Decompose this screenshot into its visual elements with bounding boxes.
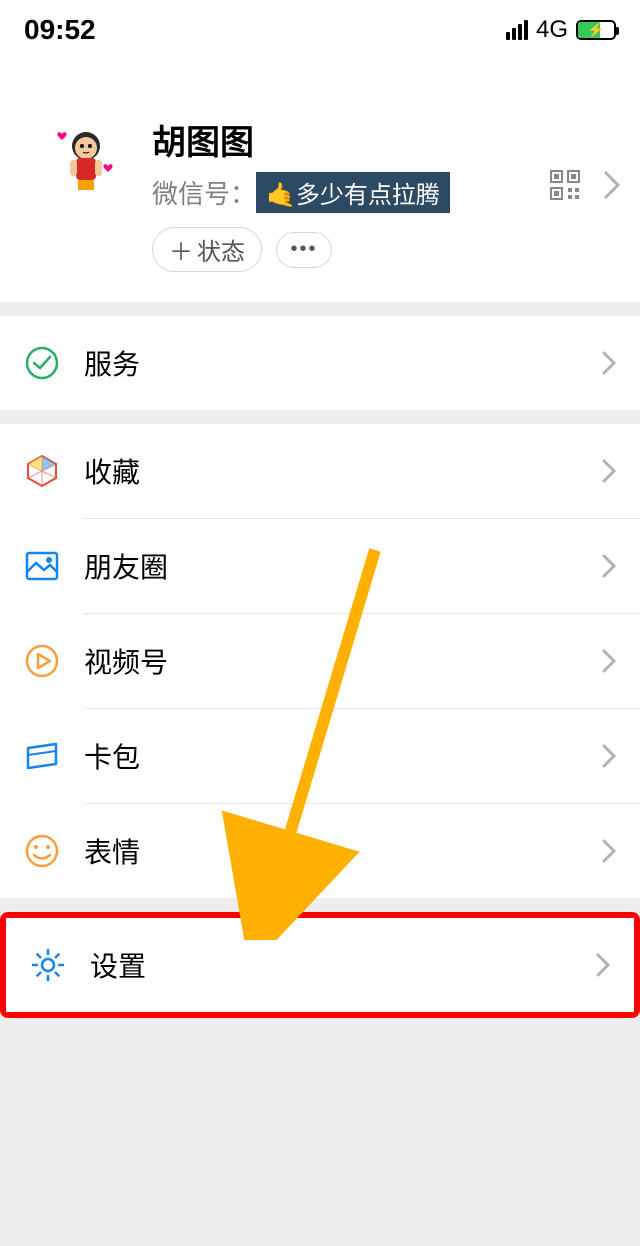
menu-label-services: 服务 xyxy=(84,343,602,383)
menu-item-moments[interactable]: 朋友圈 xyxy=(0,519,640,613)
stickers-icon xyxy=(24,833,60,869)
section-features: 收藏 朋友圈 视频号 xyxy=(0,424,640,898)
chevron-right-icon xyxy=(602,554,616,578)
menu-label-favorites: 收藏 xyxy=(84,451,602,491)
menu-item-cards[interactable]: 卡包 xyxy=(0,709,640,803)
menu-label-cards: 卡包 xyxy=(84,736,602,776)
plus-icon: ＋ xyxy=(169,232,193,267)
chevron-right-icon xyxy=(602,649,616,673)
cards-icon xyxy=(24,738,60,774)
status-label: 状态 xyxy=(197,232,245,267)
qr-code-icon[interactable] xyxy=(550,170,580,200)
channels-icon xyxy=(24,643,60,679)
menu-item-favorites[interactable]: 收藏 xyxy=(0,424,640,518)
profile-header[interactable]: 胡图图 微信号： 🤙多少有点拉腾 ＋ 状态 ••• xyxy=(0,60,640,302)
menu-item-channels[interactable]: 视频号 xyxy=(0,614,640,708)
menu-item-settings[interactable]: 设置 xyxy=(6,918,634,1012)
services-icon xyxy=(24,345,60,381)
section-settings: 设置 xyxy=(0,912,640,1018)
status-time: 09:52 xyxy=(24,14,96,46)
id-prefix: 微信号： xyxy=(152,174,256,211)
battery-icon: ⚡ xyxy=(576,20,616,40)
menu-label-settings: 设置 xyxy=(90,945,596,985)
status-row: ＋ 状态 ••• xyxy=(152,227,620,272)
add-status-button[interactable]: ＋ 状态 xyxy=(152,227,262,272)
id-tag: 🤙多少有点拉腾 xyxy=(256,172,450,213)
menu-label-moments: 朋友圈 xyxy=(84,546,602,586)
menu-label-channels: 视频号 xyxy=(84,641,602,681)
network-label: 4G xyxy=(536,16,568,44)
profile-name: 胡图图 xyxy=(152,115,620,164)
chevron-right-icon xyxy=(604,171,620,199)
favorites-icon xyxy=(24,453,60,489)
chevron-right-icon xyxy=(602,744,616,768)
menu-item-stickers[interactable]: 表情 xyxy=(0,804,640,898)
signal-icon xyxy=(506,20,528,40)
chevron-right-icon xyxy=(602,351,616,375)
avatar-image xyxy=(56,126,116,196)
chevron-right-icon xyxy=(602,459,616,483)
ellipsis-icon: ••• xyxy=(290,238,317,261)
menu-item-services[interactable]: 服务 xyxy=(0,316,640,410)
avatar[interactable] xyxy=(40,115,132,207)
profile-right-icons xyxy=(550,170,620,200)
more-status-button[interactable]: ••• xyxy=(276,232,332,268)
moments-icon xyxy=(24,548,60,584)
chevron-right-icon xyxy=(596,953,610,977)
settings-icon xyxy=(30,947,66,983)
status-bar: 09:52 4G ⚡ xyxy=(0,0,640,60)
section-services: 服务 xyxy=(0,316,640,410)
status-right: 4G ⚡ xyxy=(506,16,616,44)
chevron-right-icon xyxy=(602,839,616,863)
menu-label-stickers: 表情 xyxy=(84,831,602,871)
